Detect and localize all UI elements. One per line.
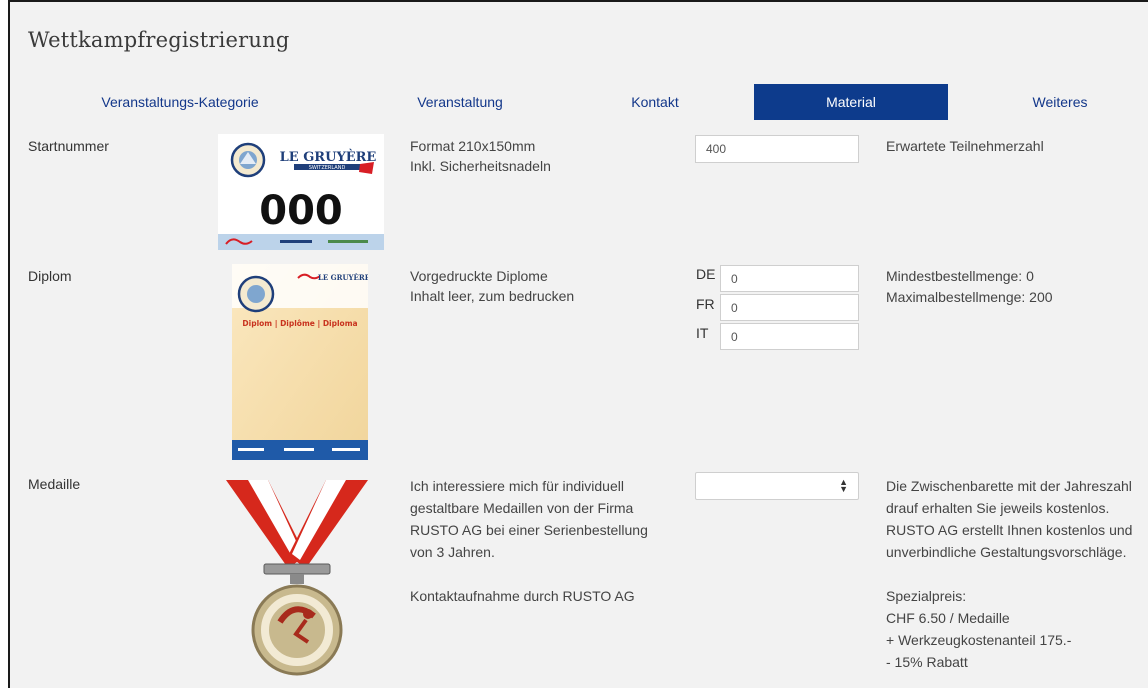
medaille-description: Ich interessiere mich für individuell ge… (410, 475, 648, 607)
tab-weiteres[interactable]: Weiteres (990, 84, 1130, 120)
medaille-info-line: unverbindliche Gestaltungsvorschläge. (886, 544, 1127, 560)
medaille-desc-line: von 3 Jahren. (410, 544, 495, 560)
startnummer-brand: LE GRUYÈRE (280, 149, 377, 165)
medaille-price: CHF 6.50 / Medaille (886, 610, 1010, 626)
page-title: Wettkampfregistrierung (28, 28, 290, 52)
diplom-info: Mindestbestellmenge: 0 Maximalbestellmen… (886, 266, 1053, 308)
diplom-description: Vorgedruckte Diplome Inhalt leer, zum be… (410, 266, 574, 306)
startnummer-info: Erwartete Teilnehmerzahl (886, 138, 1044, 154)
medaille-info-line: drauf erhalten Sie jeweils kostenlos. (886, 500, 1110, 516)
medaille-info: Die Zwischenbarette mit der Jahreszahl d… (886, 475, 1132, 673)
medaille-special-price-label: Spezialpreis: (886, 588, 967, 604)
diplom-lang-it-label: IT (696, 325, 709, 341)
tab-veranstaltung[interactable]: Veranstaltung (380, 84, 540, 120)
medaille-tooling-cost: + Werkzeugkostenanteil 175.- (886, 632, 1072, 648)
tab-material[interactable]: Material (754, 84, 948, 120)
tab-kontakt[interactable]: Kontakt (600, 84, 710, 120)
teilnehmerzahl-input[interactable] (695, 135, 859, 163)
sort-arrows-icon: ▲ ▼ (839, 477, 848, 494)
diplom-it-input[interactable] (720, 323, 859, 350)
diplom-heading: Diplom | Diplôme | Diploma (242, 319, 357, 329)
diplom-lang-fr-label: FR (696, 296, 715, 312)
medaille-image (224, 472, 370, 682)
medaille-info-line: RUSTO AG erstellt Ihnen kostenlos und (886, 522, 1133, 538)
diplom-desc-line: Vorgedruckte Diplome (410, 268, 548, 284)
diplom-de-input[interactable] (720, 265, 859, 292)
diplom-label: Diplom (28, 268, 72, 284)
startnummer-label: Startnummer (28, 138, 109, 154)
diplom-max-order: Maximalbestellmenge: 200 (886, 289, 1053, 305)
medaille-discount: - 15% Rabatt (886, 654, 968, 670)
medaille-desc-line: Ich interessiere mich für individuell (410, 478, 624, 494)
medaille-desc-line: RUSTO AG bei einer Serienbestellung (410, 522, 648, 538)
medaille-desc-line: gestaltbare Medaillen von der Firma (410, 500, 634, 516)
startnummer-number: 000 (259, 188, 343, 234)
medaille-desc-spacer (410, 563, 648, 585)
medaille-select[interactable]: ▲ ▼ (695, 472, 859, 500)
startnummer-desc-line: Format 210x150mm (410, 138, 536, 154)
diplom-lang-de-label: DE (696, 266, 716, 282)
startnummer-image: LE GRUYÈRE SWITZERLAND 000 (218, 134, 384, 250)
diplom-brand: LE GRUYÈRE (318, 273, 368, 282)
registration-panel: Wettkampfregistrierung Veranstaltungs-Ka… (8, 0, 1148, 688)
medaille-label: Medaille (28, 476, 81, 492)
medaille-contact-line: Kontaktaufnahme durch RUSTO AG (410, 588, 635, 604)
diplom-image: LE GRUYÈRE Diplom | Diplôme | Diploma (232, 264, 368, 460)
diplom-min-order: Mindestbestellmenge: 0 (886, 268, 1034, 284)
startnummer-desc-line: Inkl. Sicherheitsnadeln (410, 158, 551, 174)
medaille-info-line: Die Zwischenbarette mit der Jahreszahl (886, 478, 1132, 494)
diplom-fr-input[interactable] (720, 294, 859, 321)
diplom-desc-line: Inhalt leer, zum bedrucken (410, 288, 575, 304)
tab-veranstaltungs-kategorie[interactable]: Veranstaltungs-Kategorie (50, 84, 310, 120)
startnummer-brand-sub: SWITZERLAND (309, 165, 346, 171)
startnummer-description: Format 210x150mm Inkl. Sicherheitsnadeln (410, 136, 551, 176)
medaille-info-spacer (886, 563, 1132, 585)
